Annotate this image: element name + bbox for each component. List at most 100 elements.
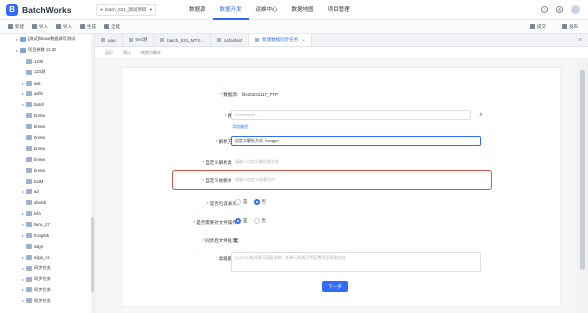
close-icon[interactable]: × xyxy=(302,38,305,43)
project-icon: ● xyxy=(100,7,103,12)
tree-item[interactable]: ▸ 同步任务 xyxy=(0,263,94,274)
tree-item-label: bnmw xyxy=(34,134,46,140)
file-tree-sidebar: ▸ [测试]hbase数据源写测试 ▸ 项目参数 12.30 1230 123测 ▸ ass ▸… xyxy=(0,34,95,313)
custom-dependency-input[interactable]: 请输入自定义依赖文件 xyxy=(231,175,481,185)
tree-item[interactable]: bnmw xyxy=(0,165,94,176)
nav-data-map[interactable]: 数据地图 xyxy=(285,0,321,20)
path-input[interactable]: /home/test/... xyxy=(231,110,471,120)
tree-item[interactable]: ▸ 同步任务 xyxy=(0,284,94,295)
radio-label: 是 xyxy=(243,218,248,223)
tree-item-label: 123测 xyxy=(34,69,46,75)
header-yes-radio[interactable]: 是 xyxy=(235,199,248,205)
submit-label: 提交 xyxy=(537,23,546,29)
import2-button[interactable]: 导入 xyxy=(56,24,72,30)
project-selector[interactable]: ● batch_531_测试项目 ▾ xyxy=(96,3,156,16)
avatar[interactable] xyxy=(571,5,580,14)
tree-item[interactable]: ▸ fwnL_27 xyxy=(0,219,94,230)
new-button[interactable]: 新建 xyxy=(8,24,24,30)
publish-button[interactable]: 发布 xyxy=(562,24,578,30)
next-step-button[interactable]: 下一步 xyxy=(322,281,348,292)
generate-label: 生成 xyxy=(87,23,96,29)
tree-item-label: bnmw xyxy=(34,156,46,162)
file-icon xyxy=(26,287,32,293)
tree-item[interactable]: ▸ [测试]hbase数据源写测试 xyxy=(0,34,94,45)
tab-test[interactable]: test测 xyxy=(123,34,155,46)
custom-parse-class-label: * 自定义解析类名: xyxy=(202,160,238,165)
path-label: * 路径: xyxy=(224,113,238,118)
tree-item[interactable]: bnmw xyxy=(0,154,94,165)
toolbar: 新建 导入 导入 生成 全能 提交 发布 xyxy=(0,20,588,34)
stop-button[interactable]: 停止 xyxy=(123,50,131,56)
radio-label: 是 xyxy=(243,199,248,204)
tree-item[interactable]: ▸ sdgn_cs xyxy=(0,252,94,263)
file-icon xyxy=(26,211,32,217)
tree-item[interactable]: ▸ tvfa xyxy=(0,208,94,219)
tree-item-label: tvfa xyxy=(34,211,41,217)
tree-item[interactable]: ▸ 同步任务 xyxy=(0,274,94,285)
help-icon[interactable]: ? xyxy=(541,6,548,13)
tree-item[interactable]: ▸ 同步任务 xyxy=(0,295,94,306)
tree-item[interactable]: ▸ ad xyxy=(0,186,94,197)
nav-ops-center[interactable]: 运维中心 xyxy=(249,0,285,20)
tree-item[interactable]: sdgn xyxy=(0,241,94,252)
file-ops-yes-radio[interactable]: 是 xyxy=(235,218,248,224)
file-icon xyxy=(26,102,32,108)
radio-label: 否 xyxy=(261,218,267,223)
tree-item[interactable]: batM xyxy=(0,176,94,187)
search-icon[interactable]: ⌕ xyxy=(477,111,485,119)
tab-new-sync-task[interactable]: 新建数据同步任务 × xyxy=(249,34,312,46)
tab-aaa[interactable]: aaa xyxy=(95,34,123,46)
file-icon xyxy=(26,80,32,86)
tree-item-label: hongfeb xyxy=(34,232,50,238)
publish-icon xyxy=(562,24,567,29)
nav-project-mgmt[interactable]: 项目管理 xyxy=(321,0,357,20)
nav-data-dev[interactable]: 数据开发 xyxy=(212,0,249,20)
tree-item[interactable]: 1230 xyxy=(0,56,94,67)
tree-item[interactable]: bnmw xyxy=(0,110,94,121)
project-value: batch_531_测试项目 xyxy=(104,6,147,12)
tree-item[interactable]: ▸ hongfeb xyxy=(0,230,94,241)
tree-item-label: ad xyxy=(34,189,39,195)
generate-button[interactable]: 生成 xyxy=(80,24,96,30)
convert-script-button[interactable]: 转换为脚本 xyxy=(141,50,161,56)
notification-icon[interactable]: ⊕ xyxy=(556,6,563,13)
header-no-radio[interactable]: 否 xyxy=(253,199,266,205)
run-button[interactable]: 运行 xyxy=(105,50,113,56)
add-path-link[interactable]: 添加路径 xyxy=(232,124,248,130)
tree-item[interactable]: bnmw xyxy=(0,143,94,154)
parse-method-select[interactable]: 自定义解析方式: hongpn xyxy=(231,136,481,146)
tree-item[interactable]: bnmw xyxy=(0,132,94,143)
main-content: * 数据源: file20231117_FTP * 路径: /home/test… xyxy=(95,59,577,313)
import-button[interactable]: 导入 xyxy=(32,24,48,30)
main-nav: 数据源 数据开发 运维中心 数据地图 项目管理 xyxy=(182,0,357,20)
tree-item[interactable]: bnmw xyxy=(0,121,94,132)
tree-item[interactable]: ▸ asffo xyxy=(0,88,94,99)
sidebar-scroll-thumb[interactable] xyxy=(91,217,94,292)
main-scroll-thumb[interactable] xyxy=(580,70,585,270)
post-sync-label: * 同步后文件处理: xyxy=(202,238,238,243)
tab-asfasfasf[interactable]: asfasfasf xyxy=(211,34,250,46)
tree-item[interactable]: 123测 xyxy=(0,67,94,78)
tab-label: batch_531_MTS... xyxy=(167,37,205,43)
tab-batch-531[interactable]: batch_531_MTS... xyxy=(154,34,212,46)
custom-parse-class-input[interactable]: 请输入自定义解析类名称 xyxy=(231,157,481,167)
all-button[interactable]: 全能 xyxy=(104,24,120,30)
tree-item-label: bnmw xyxy=(34,124,46,130)
tree-item[interactable]: ▸ batch xyxy=(0,99,94,110)
file-icon xyxy=(26,222,32,228)
tree-item[interactable]: ▸ 项目参数 12.30 xyxy=(0,45,94,56)
tab-menu-icon[interactable]: ⊞ xyxy=(573,34,588,46)
task-actions-bar: 运行 停止 转换为脚本 xyxy=(95,47,588,59)
tree-item-label: 同步任务 xyxy=(34,297,51,303)
chevron-down-icon: ▾ xyxy=(149,6,152,12)
file-ops-no-radio[interactable]: 否 xyxy=(253,218,267,224)
submit-button[interactable]: 提交 xyxy=(530,24,546,30)
tree-item[interactable]: sba/sb xyxy=(0,197,94,208)
nav-datasource[interactable]: 数据源 xyxy=(182,0,213,20)
app-logo[interactable]: B BatchWorks xyxy=(6,3,86,16)
advanced-config-textarea[interactable]: 以JSON格式填写高级参数，如单元格格式等配置详见帮助文档 xyxy=(231,252,481,272)
tree-item-label: 项目参数 12.30 xyxy=(28,47,57,53)
post-sync-value[interactable]: 无 xyxy=(234,238,239,244)
tab-label: 新建数据同步任务 xyxy=(262,37,299,42)
tree-item[interactable]: ▸ ass xyxy=(0,78,94,89)
